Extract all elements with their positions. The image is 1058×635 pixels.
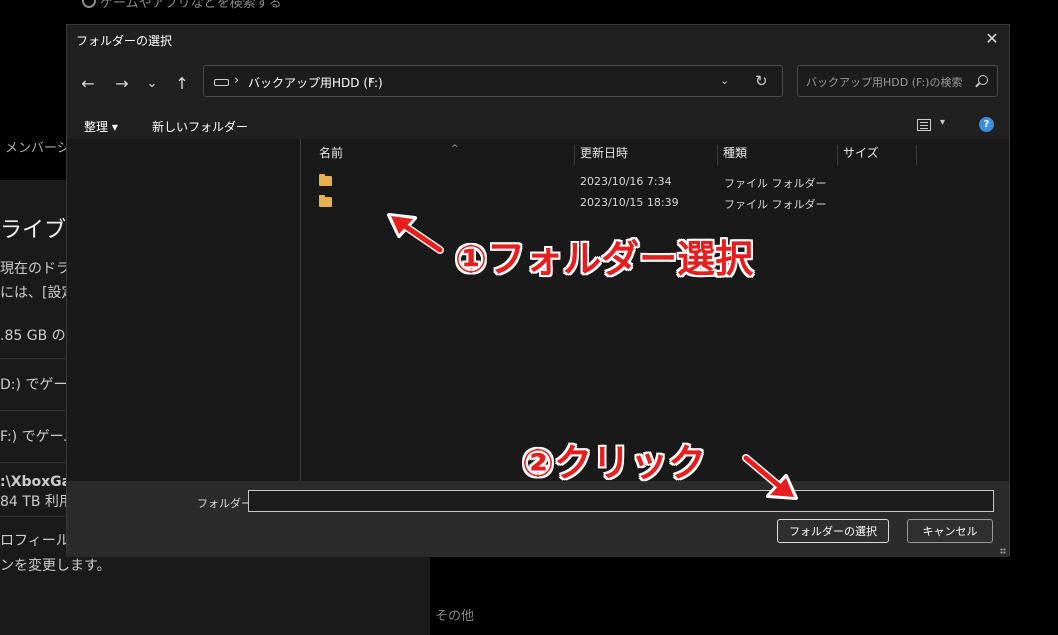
bg-search-icon xyxy=(82,0,96,8)
annotation-arrow-icon xyxy=(742,454,798,500)
column-header-date[interactable]: 更新日時 xyxy=(574,145,717,165)
drive-icon xyxy=(214,79,229,86)
annotation-step1: ①フォルダー選択 xyxy=(455,237,754,281)
column-header-size[interactable]: サイズ xyxy=(837,145,917,165)
breadcrumb-separator[interactable]: › xyxy=(368,73,373,88)
address-bar[interactable]: › バックアップ用HDD (F:) › ⌄ ↻ xyxy=(203,65,783,97)
folder-icon xyxy=(319,174,332,186)
column-header-type[interactable]: 種類 xyxy=(717,145,837,165)
bg-line: .85 GB の xyxy=(0,328,66,344)
browser-area: 名前 ^ 更新日時 種類 サイズ 2023/10/16 7:34 ファイル フォ… xyxy=(67,139,1009,481)
file-date: 2023/10/15 18:39 xyxy=(580,196,679,209)
up-button[interactable]: ↑ xyxy=(171,73,193,95)
navigation-pane[interactable] xyxy=(67,139,301,481)
bg-divider xyxy=(0,462,65,463)
column-name-label: 名前 xyxy=(319,146,344,160)
file-type: ファイル フォルダー xyxy=(724,198,827,211)
sort-ascending-icon: ^ xyxy=(451,144,459,154)
bg-divider xyxy=(0,358,65,359)
close-button[interactable]: ✕ xyxy=(981,28,1003,50)
view-options-dropdown[interactable]: ▾ xyxy=(940,117,945,128)
address-history-dropdown[interactable]: ⌄ xyxy=(720,74,729,87)
cancel-button[interactable]: キャンセル xyxy=(907,519,993,543)
command-bar: 整理 ▾ 新しいフォルダー ▾ ? xyxy=(67,111,1009,139)
file-type: ファイル フォルダー xyxy=(724,177,827,190)
bg-divider xyxy=(0,516,65,517)
file-date: 2023/10/16 7:34 xyxy=(580,175,672,188)
bg-line: ンを変更します。 xyxy=(0,558,111,574)
folder-icon xyxy=(319,195,332,207)
refresh-icon[interactable]: ↻ xyxy=(755,72,768,90)
folder-field-label: フォルダー: xyxy=(197,497,256,510)
bg-line: には、[設定 xyxy=(0,285,76,301)
resize-grip-icon[interactable] xyxy=(1000,548,1006,554)
recent-locations-button[interactable]: ⌄ xyxy=(141,73,163,95)
help-icon[interactable]: ? xyxy=(979,117,994,132)
bg-members-tab: メンバーシ xyxy=(5,141,70,156)
bg-divider xyxy=(0,410,65,411)
forward-button[interactable]: → xyxy=(111,73,133,95)
dialog-title: フォルダーの選択 xyxy=(76,34,173,48)
new-folder-button[interactable]: 新しいフォルダー xyxy=(152,118,248,135)
back-button[interactable]: ← xyxy=(77,73,99,95)
folder-name-input[interactable] xyxy=(248,490,994,512)
file-list[interactable]: 名前 ^ 更新日時 種類 サイズ 2023/10/16 7:34 ファイル フォ… xyxy=(301,139,1009,481)
view-details-icon[interactable] xyxy=(917,119,931,131)
search-placeholder: バックアップ用HDD (F:)の検索 xyxy=(806,76,963,89)
bg-line: :\XboxGa xyxy=(0,474,72,490)
column-header-name[interactable]: 名前 ^ xyxy=(314,144,570,165)
navigation-bar: ← → ⌄ ↑ › バックアップ用HDD (F:) › ⌄ ↻ バックアップ用H… xyxy=(67,55,1009,111)
search-box[interactable]: バックアップ用HDD (F:)の検索 xyxy=(797,65,998,97)
search-icon xyxy=(978,75,988,85)
breadcrumb-separator[interactable]: › xyxy=(234,73,239,88)
select-folder-button[interactable]: フォルダーの選択 xyxy=(777,519,889,543)
annotation-step2: ②クリック xyxy=(522,441,707,485)
breadcrumb-drive[interactable]: バックアップ用HDD (F:) xyxy=(248,74,383,91)
annotation-arrow-icon xyxy=(387,213,444,254)
bg-other-label: その他 xyxy=(435,609,475,624)
bg-search-text: ゲームやアプリなどを検索する xyxy=(100,0,282,11)
organize-menu[interactable]: 整理 ▾ xyxy=(84,118,118,135)
bg-line: 84 TB 利用 xyxy=(0,494,73,510)
dialog-footer: フォルダー: フォルダーの選択 キャンセル xyxy=(67,481,1009,557)
file-row[interactable]: 2023/10/16 7:34 ファイル フォルダー xyxy=(301,173,1009,193)
title-bar: フォルダーの選択 ✕ xyxy=(67,25,1009,55)
